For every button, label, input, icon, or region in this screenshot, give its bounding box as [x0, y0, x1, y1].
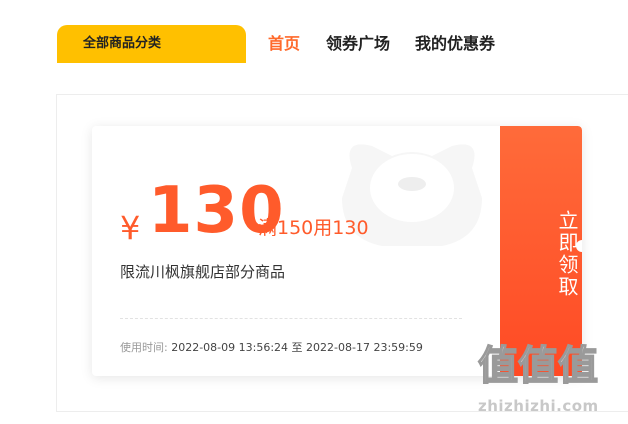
coupon-card: ¥ 130 满150用130 限流川枫旗舰店部分商品 使用时间: 2022-08…: [92, 126, 582, 376]
validity-label: 使用时间:: [120, 341, 168, 354]
currency-symbol: ¥: [120, 209, 141, 247]
site-logo-watermark: 值值值: [477, 342, 618, 394]
validity-value: 2022-08-09 13:56:24 至 2022-08-17 23:59:5…: [171, 341, 423, 354]
coupon-condition: 满150用130: [258, 217, 369, 239]
nav-link-home[interactable]: 首页: [268, 33, 300, 55]
nav-link-my-coupons[interactable]: 我的优惠券: [415, 33, 495, 55]
all-categories-label: 全部商品分类: [83, 36, 162, 51]
nav-link-coupon-plaza[interactable]: 领券广场: [326, 33, 390, 55]
top-nav: 全部商品分类 首页 领券广场 我的优惠券: [0, 0, 628, 63]
site-url-watermark: zhizhizhi.com: [478, 397, 599, 415]
all-categories-button[interactable]: 全部商品分类: [57, 25, 246, 63]
divider: [120, 318, 462, 319]
claim-button-label: 立即领取: [555, 210, 579, 298]
coupon-scope: 限流川枫旗舰店部分商品: [120, 263, 286, 281]
left-notch: [92, 240, 98, 252]
claim-coupon-button[interactable]: 立即领取: [496, 126, 582, 376]
logo-text: 值值值: [477, 342, 599, 390]
coupon-validity: 使用时间: 2022-08-09 13:56:24 至 2022-08-17 2…: [120, 340, 423, 356]
